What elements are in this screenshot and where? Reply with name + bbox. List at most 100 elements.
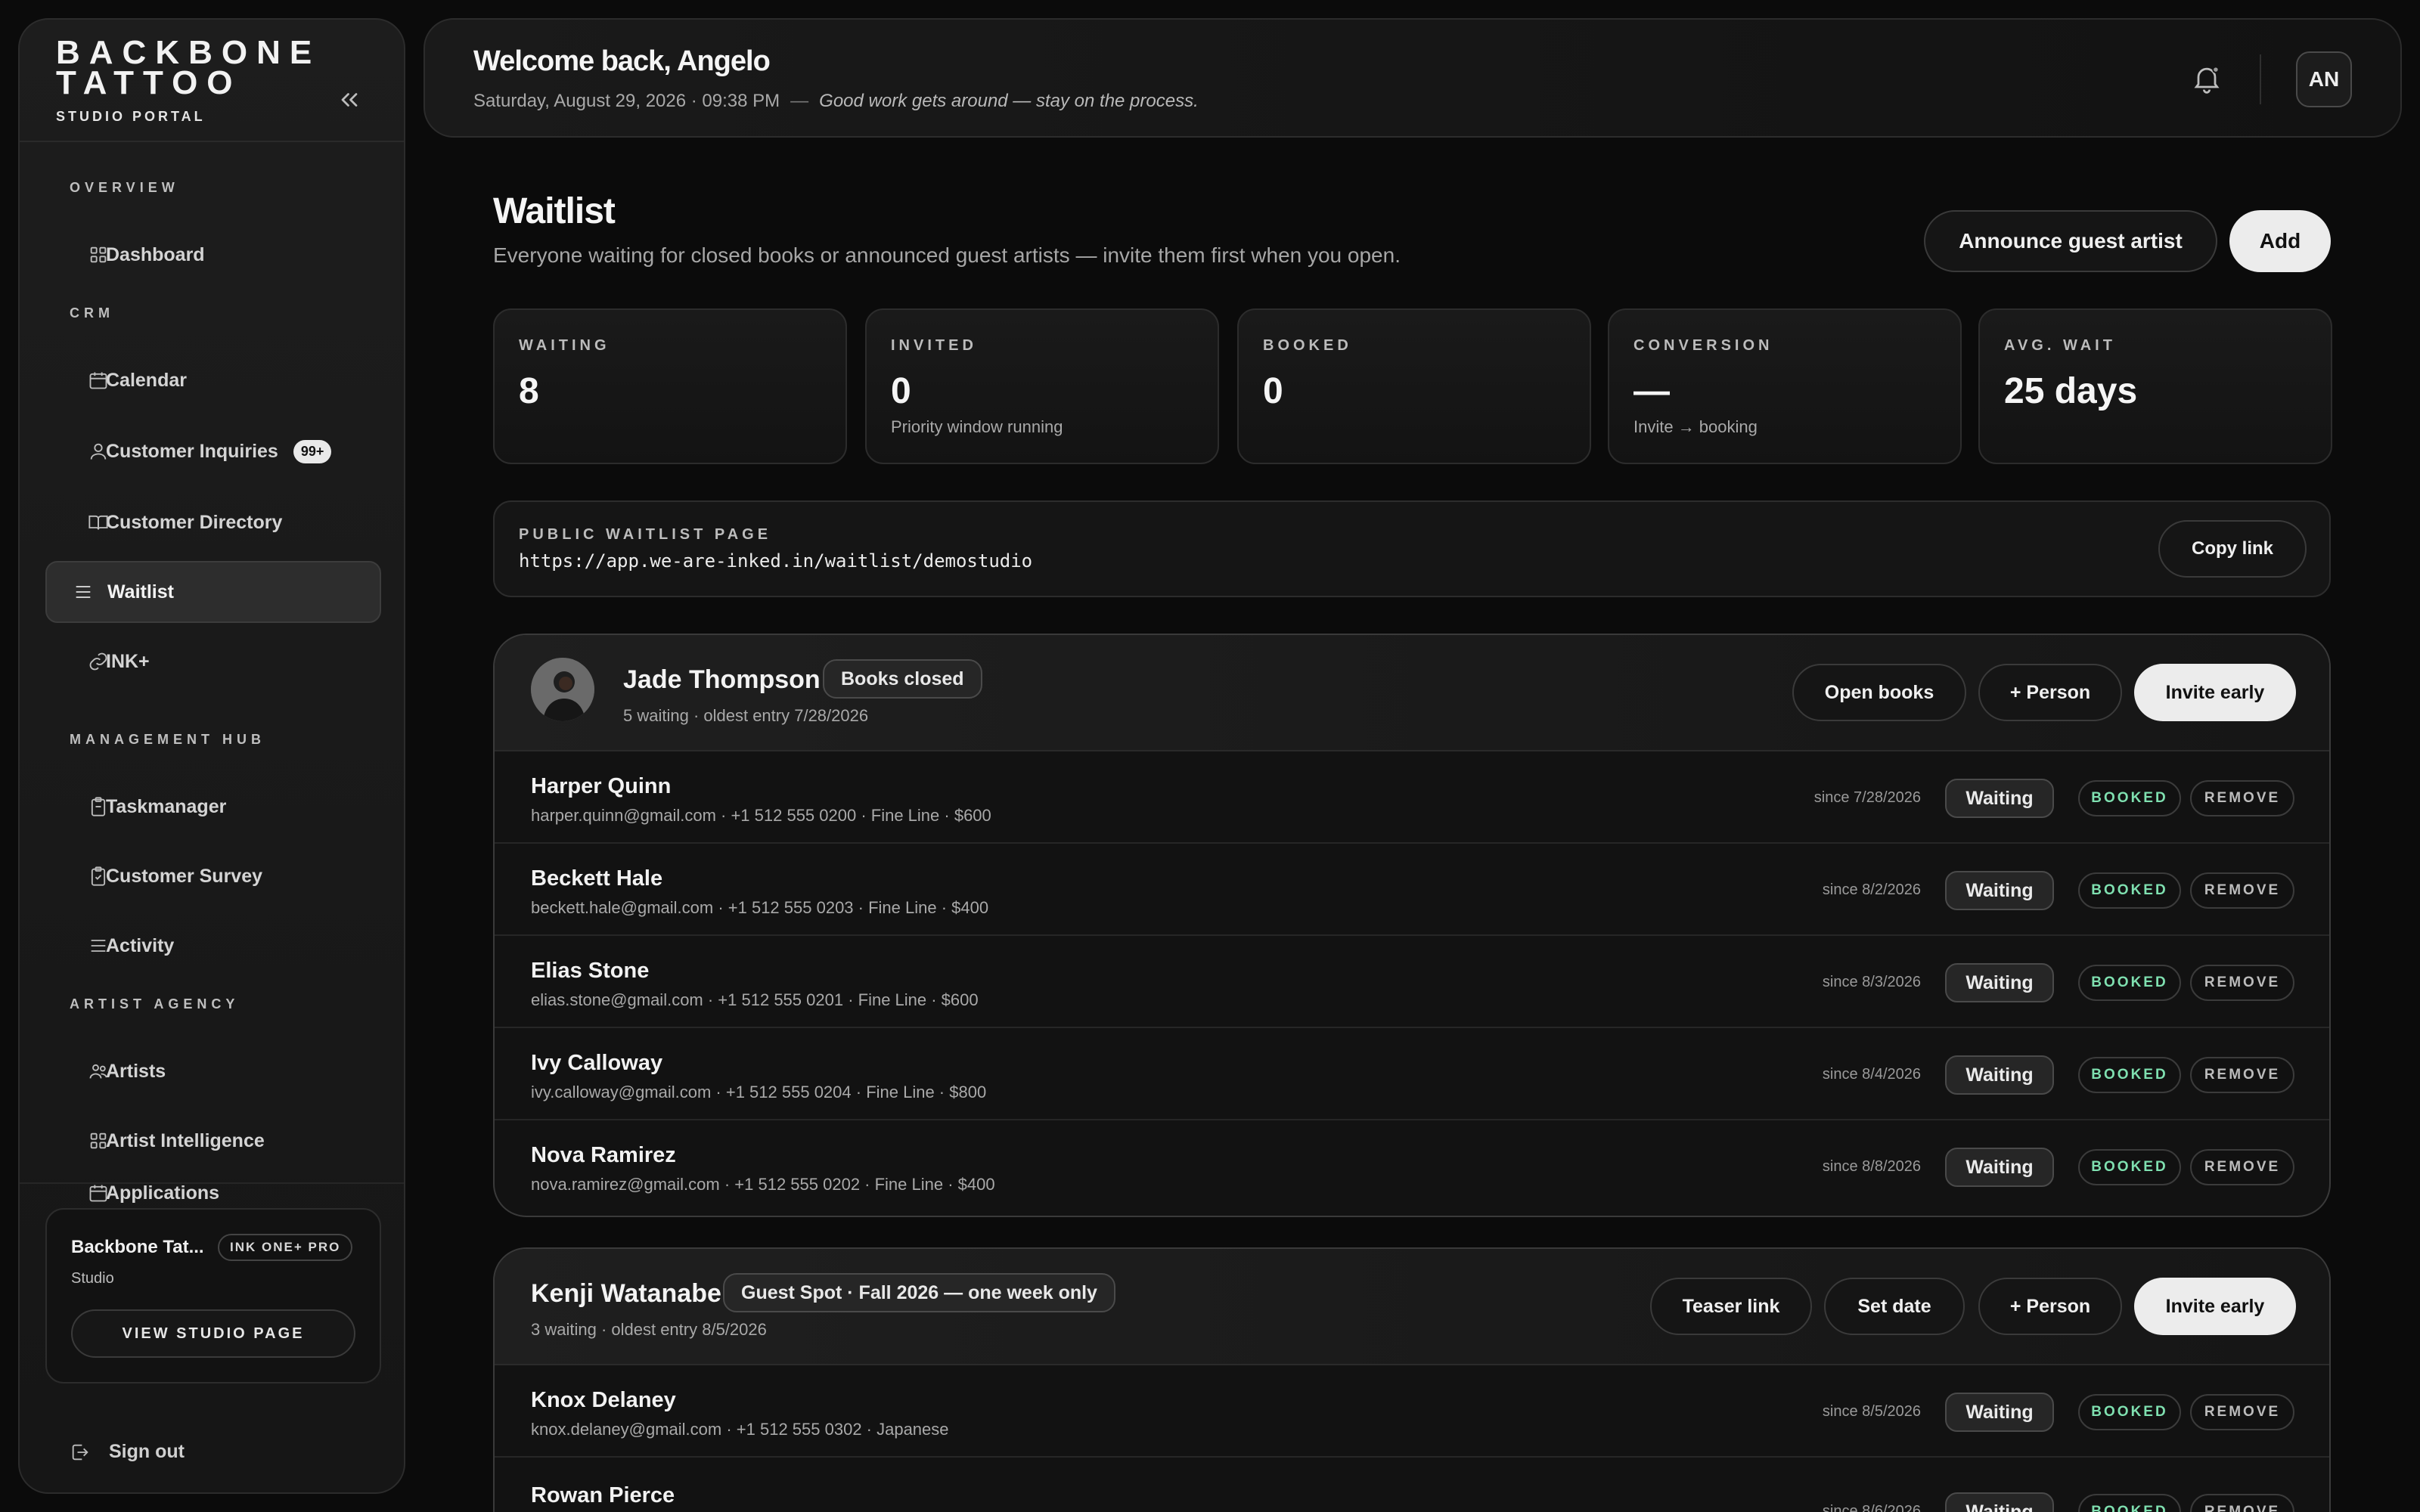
- remove-button[interactable]: REMOVE: [2190, 1394, 2294, 1430]
- stat-card-invited: INVITED 0 Priority window running: [865, 308, 1219, 464]
- entry-details: knox.delaney@gmail.com · +1 512 555 0302…: [531, 1420, 949, 1439]
- date-line: Saturday, August 29, 2026 · 09:38 PM — Goo…: [473, 91, 1199, 112]
- brand-name-line2: TATTOO: [56, 64, 242, 101]
- public-waitlist-label: PUBLIC WAITLIST PAGE: [519, 526, 772, 543]
- section-label-overview: OVERVIEW: [70, 180, 179, 195]
- table-row: Ivy Calloway ivy.calloway@gmail.com · +1…: [495, 1028, 2329, 1120]
- view-studio-page-button[interactable]: VIEW STUDIO PAGE: [71, 1309, 355, 1358]
- user-icon: [90, 443, 107, 460]
- public-waitlist-url[interactable]: https://app.we-are-inked.in/waitlist/dem…: [519, 550, 1032, 572]
- sidebar-item-ink-plus[interactable]: INK+: [45, 631, 381, 692]
- sidebar-item-waitlist[interactable]: Waitlist: [45, 561, 381, 623]
- chevrons-left-icon: [341, 93, 358, 107]
- grid-icon: [90, 1132, 107, 1149]
- menu-icon: [91, 940, 106, 952]
- sidebar-item-calendar[interactable]: Calendar: [45, 349, 381, 411]
- status-select[interactable]: Waiting: [1945, 1055, 2054, 1095]
- table-row: Beckett Hale beckett.hale@gmail.com · +1…: [495, 844, 2329, 936]
- remove-button[interactable]: REMOVE: [2190, 1149, 2294, 1185]
- add-person-button[interactable]: + Person: [1978, 1278, 2122, 1335]
- status-select[interactable]: Waiting: [1945, 1492, 2054, 1512]
- remove-button[interactable]: REMOVE: [2190, 965, 2294, 1001]
- stat-value: 0: [891, 371, 911, 411]
- sidebar-item-label: Taskmanager: [106, 795, 227, 817]
- sidebar-divider: [20, 141, 404, 142]
- waitlist-group-jade-thompson: Jade Thompson Books closed 5 waiting · o…: [493, 634, 2331, 1217]
- sidebar-item-applications[interactable]: Applications: [45, 1176, 381, 1207]
- stat-card-avg-wait: AVG. WAIT 25 days: [1978, 308, 2332, 464]
- set-date-button[interactable]: Set date: [1824, 1278, 1965, 1335]
- book-open-icon: [88, 515, 108, 530]
- public-waitlist-card: PUBLIC WAITLIST PAGE https://app.we-are-…: [493, 500, 2331, 597]
- mark-booked-button[interactable]: BOOKED: [2078, 1494, 2181, 1512]
- date-separator: —: [790, 91, 809, 111]
- sidebar-item-customer-inquiries[interactable]: Customer Inquiries 99+: [45, 420, 381, 482]
- sidebar-item-customer-directory[interactable]: Customer Directory: [45, 491, 381, 553]
- brand-subtitle: STUDIO PORTAL: [56, 109, 206, 124]
- status-select[interactable]: Waiting: [1945, 779, 2054, 818]
- mark-booked-button[interactable]: BOOKED: [2078, 1057, 2181, 1093]
- stat-hint: Invite → booking: [1634, 417, 1758, 436]
- entry-since: since 8/4/2026: [1822, 1066, 1921, 1083]
- sidebar-item-activity[interactable]: Activity: [45, 915, 381, 977]
- entry-since: since 8/2/2026: [1822, 881, 1921, 898]
- status-select[interactable]: Waiting: [1945, 871, 2054, 910]
- entry-details: elias.stone@gmail.com · +1 512 555 0201 …: [531, 990, 979, 1009]
- invite-early-button[interactable]: Invite early: [2134, 664, 2296, 721]
- header-divider: [2260, 54, 2261, 104]
- sidebar-item-artist-intelligence[interactable]: Artist Intelligence: [45, 1110, 381, 1172]
- group-header: Jade Thompson Books closed 5 waiting · o…: [495, 635, 2329, 751]
- sign-out-button[interactable]: Sign out: [70, 1441, 185, 1463]
- remove-button[interactable]: REMOVE: [2190, 872, 2294, 909]
- teaser-link-button[interactable]: Teaser link: [1650, 1278, 1812, 1335]
- artist-avatar: [531, 658, 594, 721]
- entry-name: Beckett Hale: [531, 866, 663, 891]
- artist-name: Jade Thompson: [623, 665, 821, 694]
- announce-guest-artist-button[interactable]: Announce guest artist: [1924, 210, 2217, 272]
- add-button[interactable]: Add: [2229, 210, 2331, 272]
- user-avatar[interactable]: AN: [2296, 51, 2352, 107]
- table-row: Rowan Pierce since 8/6/2026 Waiting BOOK…: [495, 1458, 2329, 1512]
- sidebar-item-taskmanager[interactable]: Taskmanager: [45, 776, 381, 838]
- entry-since: since 8/5/2026: [1822, 1403, 1921, 1420]
- entry-since: since 7/28/2026: [1813, 789, 1921, 806]
- entry-name: Harper Quinn: [531, 774, 672, 798]
- entry-since: since 8/6/2026: [1822, 1503, 1921, 1512]
- open-books-button[interactable]: Open books: [1792, 664, 1966, 721]
- status-select[interactable]: Waiting: [1945, 1393, 2054, 1432]
- bell-icon: [2194, 66, 2220, 94]
- remove-button[interactable]: REMOVE: [2190, 1057, 2294, 1093]
- mark-booked-button[interactable]: BOOKED: [2078, 1394, 2181, 1430]
- sidebar-item-artists[interactable]: Artists: [45, 1040, 381, 1102]
- table-row: Harper Quinn harper.quinn@gmail.com · +1…: [495, 751, 2329, 844]
- remove-button[interactable]: REMOVE: [2190, 1494, 2294, 1512]
- sidebar-item-dashboard[interactable]: Dashboard: [45, 224, 381, 286]
- add-person-button[interactable]: + Person: [1978, 664, 2122, 721]
- stat-label: WAITING: [519, 337, 610, 354]
- status-select[interactable]: Waiting: [1945, 1148, 2054, 1187]
- brand-name-line1: BACKBONE: [56, 34, 321, 71]
- stat-label: CONVERSION: [1634, 337, 1773, 354]
- brand-logo[interactable]: BACKBONE TATTOO STUDIO PORTAL: [56, 34, 321, 125]
- entry-name: Nova Ramirez: [531, 1143, 676, 1167]
- stat-value: 25 days: [2004, 371, 2138, 411]
- mark-booked-button[interactable]: BOOKED: [2078, 872, 2181, 909]
- copy-link-button[interactable]: Copy link: [2158, 520, 2307, 578]
- mark-booked-button[interactable]: BOOKED: [2078, 780, 2181, 816]
- sidebar-item-label: Customer Survey: [106, 865, 263, 887]
- sidebar-item-customer-survey[interactable]: Customer Survey: [45, 845, 381, 907]
- entry-name: Knox Delaney: [531, 1388, 676, 1412]
- waitlist-group-kenji-watanabe: Kenji Watanabe Guest Spot · Fall 2026 — …: [493, 1247, 2331, 1512]
- grid-icon: [90, 246, 107, 263]
- group-status-chip: Guest Spot · Fall 2026 — one week only: [723, 1273, 1115, 1312]
- stat-label: AVG. WAIT: [2004, 337, 2116, 354]
- mark-booked-button[interactable]: BOOKED: [2078, 965, 2181, 1001]
- invite-early-button[interactable]: Invite early: [2134, 1278, 2296, 1335]
- notifications-button[interactable]: [2190, 62, 2223, 95]
- collapse-sidebar-button[interactable]: [325, 76, 374, 124]
- section-label-management-hub: MANAGEMENT HUB: [70, 732, 265, 747]
- status-select[interactable]: Waiting: [1945, 963, 2054, 1002]
- mark-booked-button[interactable]: BOOKED: [2078, 1149, 2181, 1185]
- remove-button[interactable]: REMOVE: [2190, 780, 2294, 816]
- table-row: Nova Ramirez nova.ramirez@gmail.com · +1…: [495, 1120, 2329, 1213]
